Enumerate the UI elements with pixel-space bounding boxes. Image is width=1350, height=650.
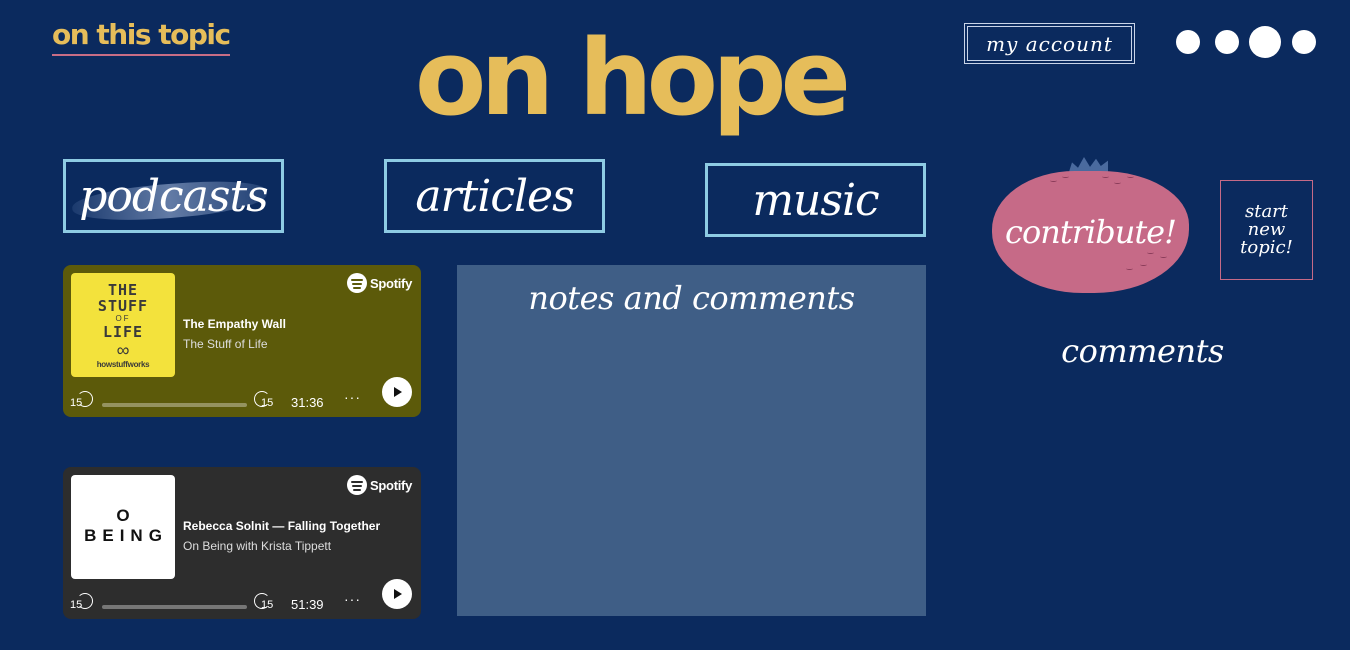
spotify-logo-text: Spotify: [370, 275, 412, 291]
cover-brand: howstuffworks: [96, 359, 150, 369]
show-name[interactable]: On Being with Krista Tippett: [183, 539, 331, 553]
seed-decoration: [1050, 179, 1057, 182]
show-name[interactable]: The Stuff of Life: [183, 337, 268, 351]
nav-dot-3[interactable]: [1249, 26, 1281, 58]
nav-dot-2[interactable]: [1215, 30, 1239, 54]
contribute-label: contribute!: [1005, 213, 1177, 251]
seed-decoration: [1114, 181, 1121, 184]
skip-back-seconds: 15: [70, 599, 83, 611]
tab-music-label: music: [752, 174, 879, 226]
skip-back-seconds: 15: [70, 397, 83, 409]
my-account-button[interactable]: my account: [964, 23, 1135, 64]
episode-title[interactable]: The Empathy Wall: [183, 317, 286, 331]
cover-text-of: OF: [115, 313, 131, 323]
play-button[interactable]: [382, 377, 412, 407]
episode-title[interactable]: Rebecca Solnit — Falling Together: [183, 519, 380, 533]
seed-decoration: [1127, 175, 1134, 178]
cover-text-the: THE: [107, 280, 139, 299]
tab-articles-label: articles: [415, 170, 574, 222]
tab-podcasts[interactable]: podcasts: [63, 159, 284, 233]
cover-text-life: LIFE: [102, 322, 144, 341]
comments-heading[interactable]: comments: [1050, 332, 1235, 370]
seed-decoration: [1062, 175, 1069, 178]
podcast-cover-art: O BEING: [71, 475, 175, 579]
cover-text-being: BEING: [84, 526, 168, 545]
tab-podcasts-label: podcasts: [79, 170, 269, 222]
seed-decoration: [1140, 263, 1147, 266]
episode-duration: 51:39: [291, 597, 324, 612]
notes-panel[interactable]: notes and comments: [457, 265, 926, 616]
tab-articles[interactable]: articles: [384, 159, 605, 233]
spotify-embed-card[interactable]: O BEING Spotify Rebecca Solnit — Falling…: [63, 467, 421, 619]
play-button[interactable]: [382, 579, 412, 609]
tab-music[interactable]: music: [705, 163, 926, 237]
more-options-button[interactable]: ···: [344, 591, 361, 607]
more-options-button[interactable]: ···: [344, 389, 361, 405]
skip-back-button[interactable]: 15: [69, 389, 97, 411]
notes-title: notes and comments: [528, 279, 855, 317]
skip-forward-button[interactable]: 15: [254, 591, 282, 613]
spotify-embed-card[interactable]: THE STUFF OF LIFE ∞ howstuffworks Spotif…: [63, 265, 421, 417]
cover-infinity-symbol: ∞: [116, 339, 130, 360]
contribute-button[interactable]: contribute!: [992, 171, 1189, 293]
spotify-logo-text: Spotify: [370, 477, 412, 493]
cover-text-stuff: STUFF: [97, 296, 149, 315]
seed-decoration: [1147, 251, 1154, 254]
nav-dot-1[interactable]: [1176, 30, 1200, 54]
progress-bar[interactable]: [102, 605, 247, 609]
on-this-topic-link[interactable]: on this topic: [52, 18, 231, 56]
start-topic-line-3: topic!: [1240, 237, 1293, 258]
spotify-icon: [347, 273, 368, 293]
spotify-logo[interactable]: Spotify: [347, 273, 412, 293]
nav-dot-4[interactable]: [1292, 30, 1316, 54]
seed-decoration: [1102, 175, 1109, 178]
seed-decoration: [1160, 255, 1167, 258]
skip-back-button[interactable]: 15: [69, 591, 97, 613]
seed-decoration: [1126, 267, 1133, 270]
episode-duration: 31:36: [291, 395, 324, 410]
skip-forward-seconds: 15: [261, 599, 274, 611]
skip-forward-seconds: 15: [261, 397, 274, 409]
spotify-logo[interactable]: Spotify: [347, 475, 412, 495]
podcast-cover-art: THE STUFF OF LIFE ∞ howstuffworks: [71, 273, 175, 377]
page-title: on hope: [414, 17, 851, 139]
skip-forward-button[interactable]: 15: [254, 389, 282, 411]
cover-text-o: O: [116, 506, 130, 525]
spotify-icon: [347, 475, 368, 495]
start-new-topic-button[interactable]: start new topic!: [1220, 180, 1313, 280]
progress-bar[interactable]: [102, 403, 247, 407]
